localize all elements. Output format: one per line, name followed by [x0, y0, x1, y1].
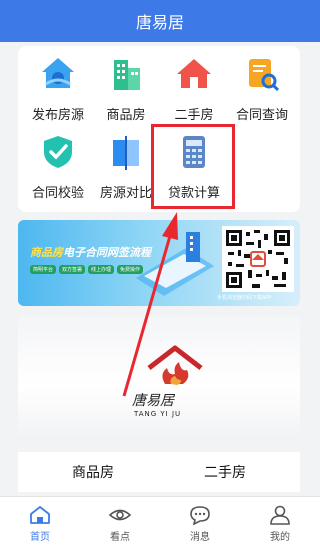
commercial-building-icon [114, 60, 140, 90]
contract-verify-icon [44, 136, 72, 168]
nav-label: 消息 [190, 532, 210, 543]
qr-code-icon [222, 226, 294, 292]
banner-title-highlight: 商品房 [30, 246, 63, 259]
nav-messages[interactable]: 消息 [170, 505, 230, 543]
house-compare-icon [113, 136, 139, 170]
grid-item-second-hand[interactable]: 二手房 [156, 54, 232, 123]
grid-label: 商品房 [106, 108, 146, 123]
listing-tabs: 商品房 二手房 [18, 452, 300, 492]
grid-item-publish-house[interactable]: 发布房源 [20, 54, 96, 123]
banner-tag: 双方签署 [59, 265, 86, 274]
user-icon [270, 505, 290, 525]
brand-logo-icon [147, 345, 203, 385]
grid-label: 二手房 [174, 108, 214, 123]
publish-house-icon [42, 58, 74, 88]
app-header: 唐易居 [0, 0, 320, 42]
second-hand-house-icon [177, 59, 211, 88]
phone-illustration-icon [136, 232, 214, 296]
loan-calculator-highlight [151, 124, 235, 209]
grid-label: 发布房源 [31, 108, 84, 123]
banner-tags: 简明平台 双方签署 线上办理 免费操作 [30, 265, 144, 274]
nav-label: 我的 [270, 532, 290, 543]
banner-title-rest: 电子合同网签流程 [63, 246, 151, 259]
grid-item-contract-verify[interactable]: 合同校验 [20, 132, 96, 201]
grid-label: 合同校验 [31, 186, 84, 201]
brand-logo-subtext: TANG YI JU [134, 410, 182, 418]
chat-bubble-icon [190, 506, 210, 525]
grid-item-commercial[interactable]: 商品房 [88, 54, 164, 123]
tab-commercial[interactable]: 商品房 [72, 462, 114, 482]
contract-search-icon [249, 59, 280, 92]
home-icon [30, 506, 50, 524]
banner-tag: 线上办理 [88, 265, 115, 274]
app-title: 唐易居 [135, 13, 184, 32]
nav-home[interactable]: 首页 [10, 505, 70, 543]
grid-item-contract-search[interactable]: 合同查询 [224, 54, 300, 123]
bottom-nav: 首页 看点 消息 我的 [0, 496, 320, 550]
tab-second-hand[interactable]: 二手房 [204, 462, 246, 482]
nav-view[interactable]: 看点 [90, 505, 150, 543]
brand-logo-text: 唐易居 [132, 393, 174, 409]
banner-tag: 免费操作 [117, 265, 144, 274]
banner-tag: 简明平台 [30, 265, 57, 274]
nav-label: 首页 [30, 532, 50, 543]
nav-mine[interactable]: 我的 [250, 505, 310, 543]
nav-label: 看点 [110, 532, 130, 543]
eye-icon [109, 509, 131, 521]
qr-caption: 手机浏览器扫码下载APP [217, 295, 272, 301]
grid-label: 合同查询 [235, 108, 288, 123]
banner-title: 商品房电子合同网签流程 [30, 244, 151, 260]
brand-banner[interactable]: 唐易居 TANG YI JU [18, 316, 300, 442]
e-contract-banner[interactable]: 商品房电子合同网签流程 简明平台 双方签署 线上办理 免费操作 手机浏览器扫码下… [18, 220, 300, 306]
